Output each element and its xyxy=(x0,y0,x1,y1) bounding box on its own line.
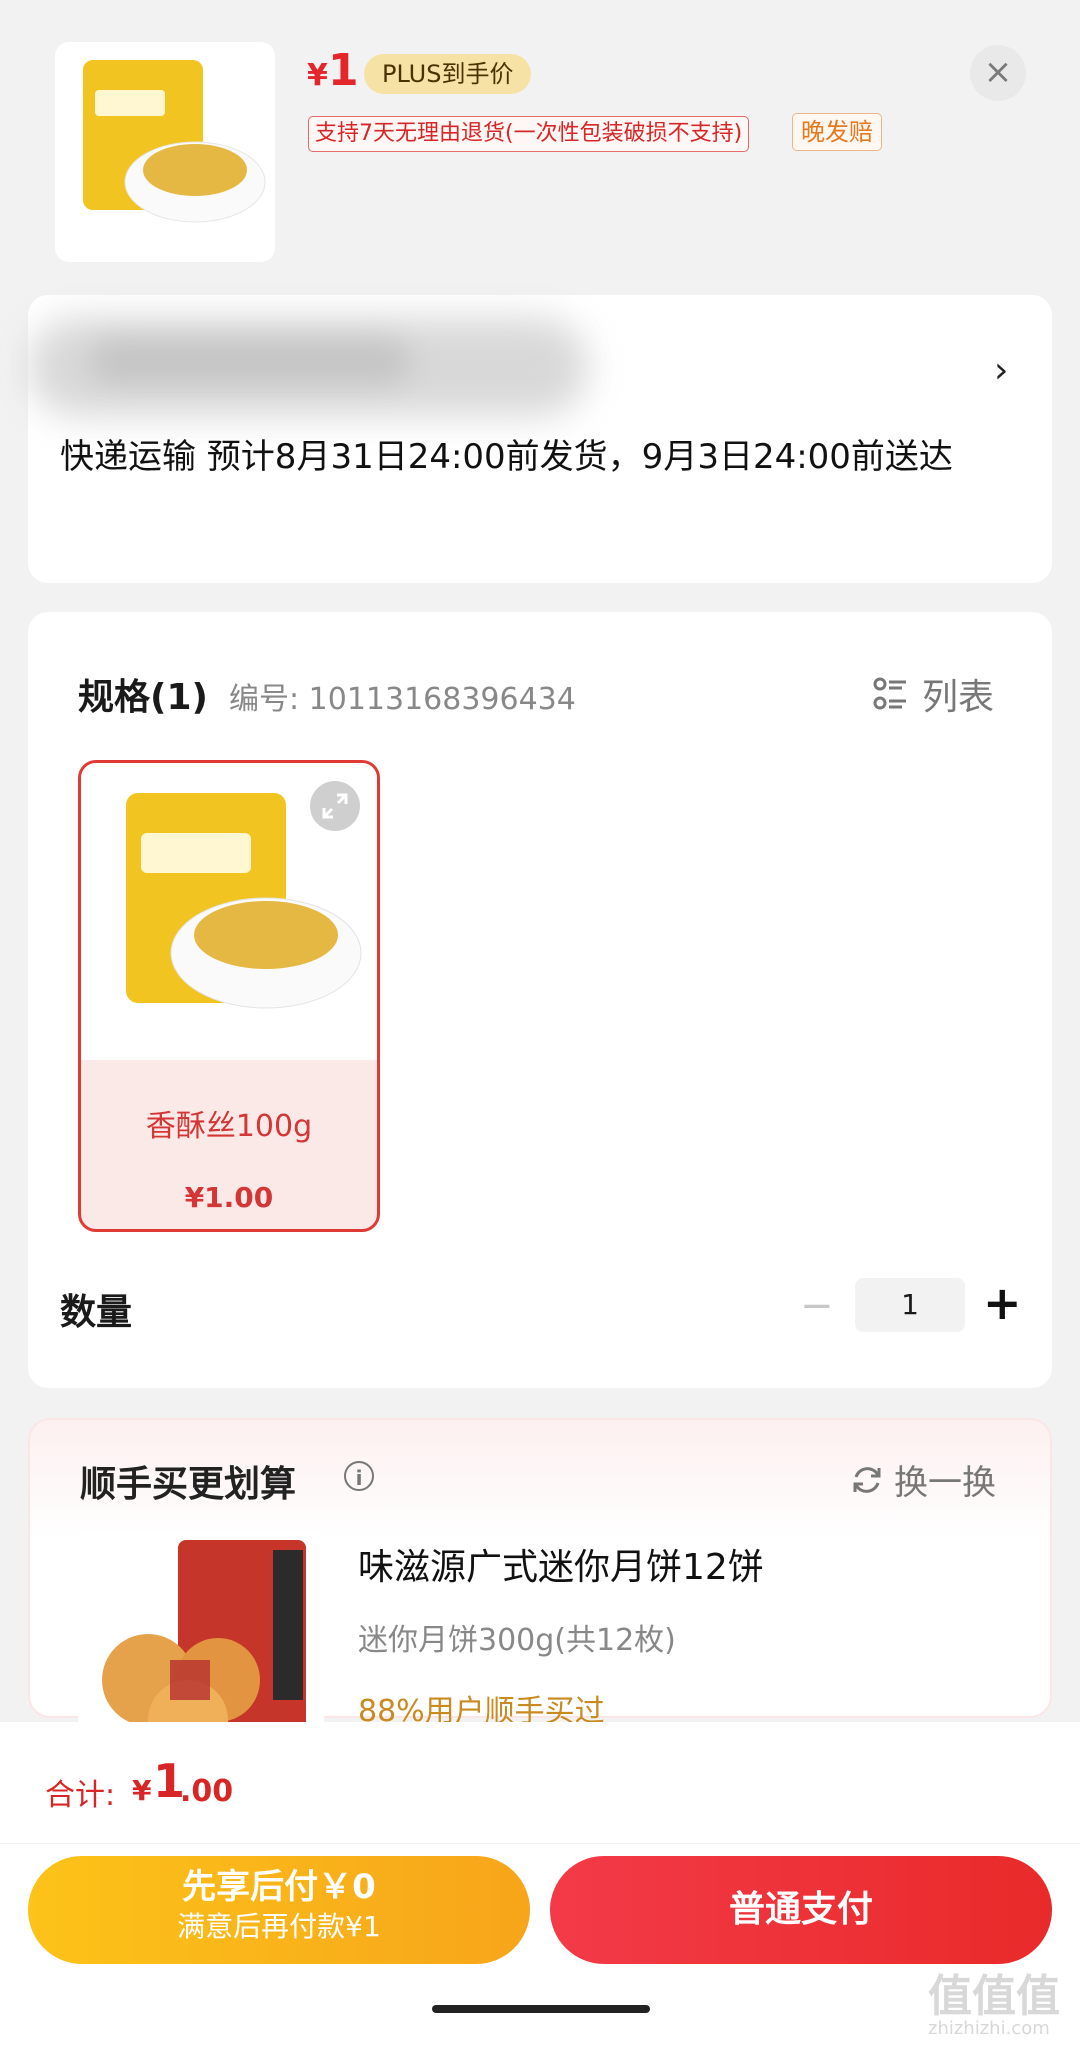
return-policy-tag: 支持7天无理由退货(一次性包装破损不支持) xyxy=(308,116,750,152)
quantity-decrease-button[interactable]: − xyxy=(800,1283,834,1329)
upsell-title: 顺手买更划算 xyxy=(80,1464,297,1505)
quantity-label: 数量 xyxy=(60,1292,133,1333)
list-toggle-label: 列表 xyxy=(922,677,995,718)
watermark-logo: 值值值 xyxy=(928,1971,1060,2022)
normal-pay-button[interactable]: 普通支付 xyxy=(550,1856,1052,1964)
list-view-toggle[interactable]: 列表 xyxy=(872,668,994,720)
quantity-increase-button[interactable]: + xyxy=(983,1276,1022,1330)
pay-later-button[interactable]: 先享后付￥0 满意后再付款¥1 xyxy=(28,1856,530,1964)
swap-button[interactable]: 换一换 xyxy=(850,1455,996,1504)
pay-later-title: 先享后付￥0 xyxy=(182,1867,376,1907)
close-icon: × xyxy=(983,52,1013,92)
price-symbol: ¥ xyxy=(307,58,328,93)
pay-later-subtitle: 满意后再付款¥1 xyxy=(177,1910,381,1943)
close-button[interactable]: × xyxy=(970,45,1026,101)
upsell-product-spec: 迷你月饼300g(共12枚) xyxy=(358,1623,676,1658)
expand-icon[interactable] xyxy=(310,781,360,831)
chevron-right-icon[interactable]: › xyxy=(994,350,1008,391)
delivery-estimate: 快递运输 预计8月31日24:00前发货，9月3日24:00前送达 xyxy=(60,437,953,477)
refresh-icon xyxy=(853,1466,881,1493)
swap-label: 换一换 xyxy=(894,1463,996,1503)
late-compensation-tag: 晚发赔 xyxy=(792,113,882,151)
spec-option-price: ¥1.00 xyxy=(184,1181,274,1214)
watermark-url: zhizhizhi.com xyxy=(928,2018,1050,2039)
redacted-address-inner xyxy=(90,338,410,384)
upsell-product-name[interactable]: 味滋源广式迷你月饼12饼 xyxy=(358,1538,764,1590)
total-label: 合计: xyxy=(45,1778,116,1813)
total-symbol: ¥ xyxy=(132,1774,152,1807)
total-decimal: .00 xyxy=(180,1774,234,1809)
product-thumbnail xyxy=(55,42,275,262)
spec-option-selected[interactable]: 香酥丝100g ¥1.00 xyxy=(78,760,380,1232)
info-icon[interactable]: i xyxy=(344,1461,374,1491)
list-icon xyxy=(873,677,906,710)
divider xyxy=(0,1843,1080,1844)
spec-option-name: 香酥丝100g xyxy=(145,1109,313,1144)
price-value: 1 xyxy=(328,45,359,96)
quantity-input[interactable]: 1 xyxy=(855,1278,965,1332)
product-code: 编号: 10113168396434 xyxy=(229,682,576,717)
home-indicator[interactable] xyxy=(432,2005,650,2013)
plus-price-badge: PLUS到手价 xyxy=(364,54,532,94)
upsell-product-image[interactable] xyxy=(78,1530,324,1730)
spec-title: 规格(1) xyxy=(78,677,208,718)
